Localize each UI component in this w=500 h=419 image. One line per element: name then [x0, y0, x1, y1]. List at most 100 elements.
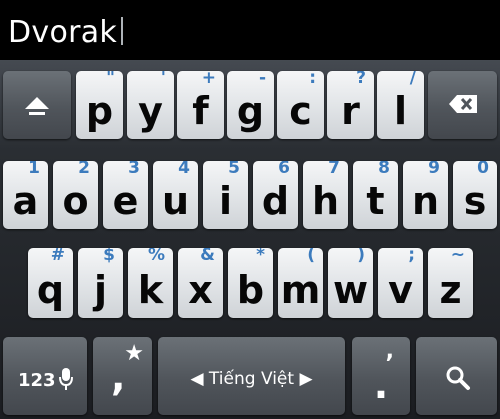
key-u-label: u: [161, 179, 190, 223]
key-g[interactable]: - g: [227, 71, 274, 139]
key-h-label: h: [311, 179, 340, 223]
keyboard: " p ' y + f - g : c ? r / l 1 a 2 o 3 e …: [0, 60, 500, 419]
text-cursor: [121, 17, 123, 45]
key-d-hint: 6: [278, 161, 290, 178]
shift-icon: [25, 97, 49, 115]
key-t-label: t: [366, 179, 385, 223]
key-l[interactable]: / l: [377, 71, 424, 139]
key-k-label: k: [137, 268, 164, 312]
period-key-hint: ,: [385, 339, 394, 364]
key-f[interactable]: + f: [177, 71, 224, 139]
backspace-key[interactable]: [428, 71, 497, 139]
symbols-key[interactable]: 123: [3, 337, 87, 415]
key-k[interactable]: % k: [128, 248, 173, 318]
key-w-label: w: [332, 268, 369, 312]
key-z-label: z: [439, 268, 462, 312]
screen: Dvorak " p ' y + f - g : c ? r / l 1 a 2…: [0, 0, 500, 419]
key-p-hint: ": [106, 71, 115, 88]
key-a-label: a: [12, 179, 39, 223]
comma-key-label: ,: [111, 355, 126, 399]
key-g-label: g: [236, 89, 265, 133]
search-key[interactable]: [416, 337, 497, 415]
text-field[interactable]: Dvorak: [0, 0, 500, 60]
key-c-hint: :: [309, 71, 316, 88]
key-h-hint: 7: [328, 161, 340, 178]
key-j[interactable]: $ j: [78, 248, 123, 318]
key-n-hint: 9: [428, 161, 440, 178]
key-p[interactable]: " p: [76, 71, 123, 139]
key-l-label: l: [393, 89, 408, 133]
key-z-hint: ~: [450, 248, 465, 265]
key-m-label: m: [280, 268, 321, 312]
key-p-label: p: [85, 89, 114, 133]
key-c-label: c: [289, 89, 312, 133]
key-y-hint: ': [160, 71, 166, 88]
key-q-hint: #: [50, 248, 65, 265]
key-g-hint: -: [258, 71, 266, 88]
key-r[interactable]: ? r: [327, 71, 374, 139]
period-key-label: .: [373, 363, 389, 407]
key-b-hint: *: [256, 248, 265, 265]
key-e-hint: 3: [128, 161, 140, 178]
key-s[interactable]: 0 s: [453, 161, 497, 229]
key-q[interactable]: # q: [28, 248, 73, 318]
period-key[interactable]: , .: [352, 337, 410, 415]
microphone-icon: [59, 368, 73, 390]
key-n-label: n: [411, 179, 440, 223]
key-y-label: y: [138, 89, 163, 133]
key-b[interactable]: * b: [228, 248, 273, 318]
key-w-hint: ): [357, 248, 365, 265]
key-t-hint: 8: [378, 161, 390, 178]
key-r-hint: ?: [356, 71, 366, 88]
key-f-label: f: [192, 89, 209, 133]
key-o-hint: 2: [78, 161, 90, 178]
key-e[interactable]: 3 e: [103, 161, 148, 229]
key-a[interactable]: 1 a: [3, 161, 48, 229]
key-d-label: d: [261, 179, 290, 223]
space-key-language-label: ◀ Tiếng Việt ▶: [190, 369, 313, 389]
key-l-hint: /: [409, 71, 416, 88]
key-c[interactable]: : c: [277, 71, 324, 139]
key-x[interactable]: & x: [178, 248, 223, 318]
search-icon: [446, 366, 470, 390]
key-x-hint: &: [200, 248, 215, 265]
key-j-hint: $: [103, 248, 115, 265]
key-s-label: s: [463, 179, 487, 223]
key-o-label: o: [62, 179, 89, 223]
key-i-hint: 5: [228, 161, 240, 178]
key-q-label: q: [36, 268, 65, 312]
key-u[interactable]: 4 u: [153, 161, 198, 229]
key-k-hint: %: [147, 248, 165, 265]
key-v-hint: ;: [408, 248, 415, 265]
key-d[interactable]: 6 d: [253, 161, 298, 229]
key-y[interactable]: ' y: [127, 71, 174, 139]
key-a-hint: 1: [28, 161, 40, 178]
comma-key[interactable]: ★ ,: [93, 337, 152, 415]
key-t[interactable]: 8 t: [353, 161, 398, 229]
key-o[interactable]: 2 o: [53, 161, 98, 229]
backspace-icon: [449, 95, 477, 113]
key-u-hint: 4: [178, 161, 190, 178]
key-x-label: x: [188, 268, 213, 312]
key-z[interactable]: ~ z: [428, 248, 473, 318]
key-r-label: r: [341, 89, 360, 133]
key-m-hint: (: [307, 248, 315, 265]
key-f-hint: +: [201, 71, 216, 88]
key-j-label: j: [93, 268, 108, 312]
key-w[interactable]: ) w: [328, 248, 373, 318]
key-m[interactable]: ( m: [278, 248, 323, 318]
shift-key[interactable]: [3, 71, 71, 139]
star-icon: ★: [124, 341, 144, 366]
key-i-label: i: [218, 179, 233, 223]
key-h[interactable]: 7 h: [303, 161, 348, 229]
key-v[interactable]: ; v: [378, 248, 423, 318]
space-key[interactable]: ◀ Tiếng Việt ▶: [158, 337, 345, 415]
key-v-label: v: [388, 268, 413, 312]
key-i[interactable]: 5 i: [203, 161, 248, 229]
typed-text: Dvorak: [8, 15, 118, 50]
key-s-hint: 0: [477, 161, 489, 178]
key-e-label: e: [112, 179, 139, 223]
key-n[interactable]: 9 n: [403, 161, 448, 229]
key-b-label: b: [236, 268, 265, 312]
symbols-key-label: 123: [18, 370, 56, 391]
